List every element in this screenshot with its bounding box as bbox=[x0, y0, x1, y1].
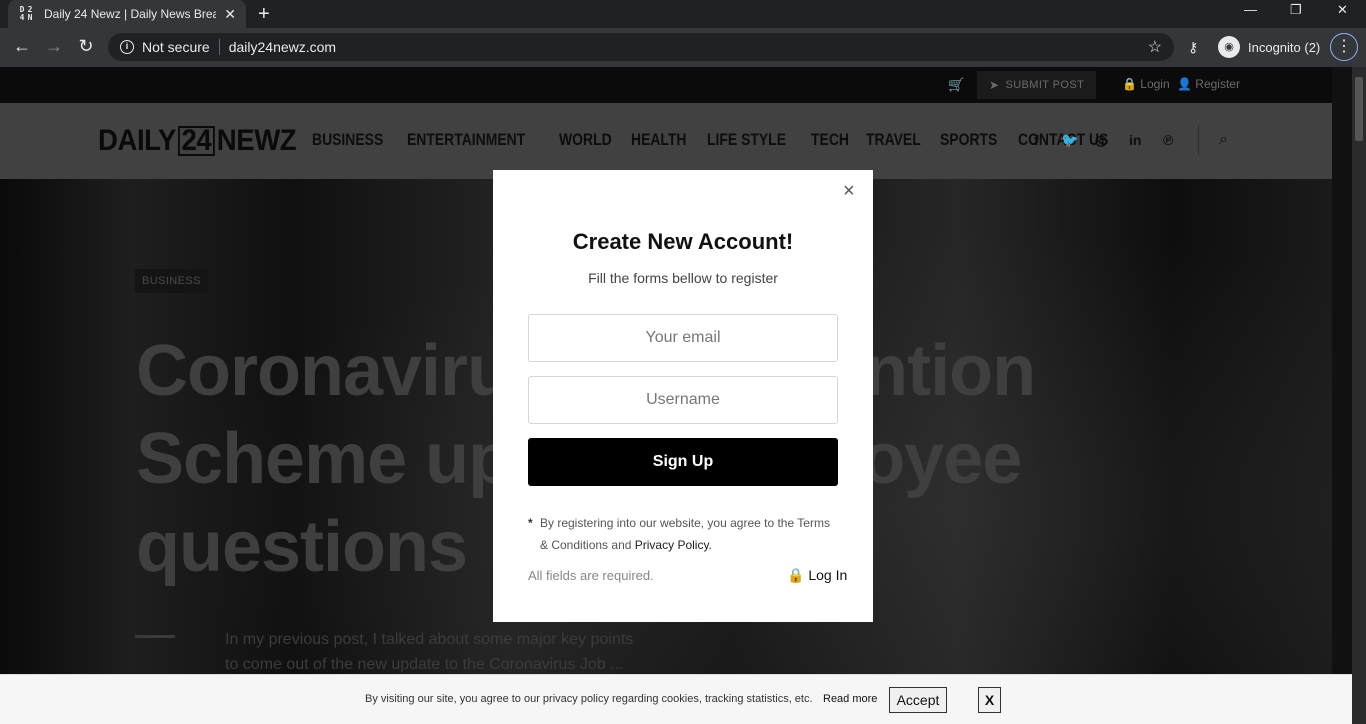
linkedin-icon[interactable]: in bbox=[1129, 132, 1141, 148]
tab-title: Daily 24 Newz | Daily News Break bbox=[44, 7, 216, 21]
hero-excerpt: In my previous post, I talked about some… bbox=[225, 631, 634, 673]
read-more-link[interactable]: Read more bbox=[823, 693, 877, 705]
register-modal: × Create New Account! Fill the forms bel… bbox=[493, 170, 873, 622]
modal-subtitle: Fill the forms bellow to register bbox=[588, 270, 778, 286]
nav-item-life-style[interactable]: LIFE STYLE bbox=[707, 129, 786, 151]
nav-item-travel[interactable]: TRAVEL bbox=[866, 129, 921, 151]
sign-up-button[interactable]: Sign Up bbox=[528, 438, 838, 486]
logo-text: DAILY bbox=[98, 124, 176, 157]
site-favicon-icon: D 2 4 N bbox=[18, 6, 34, 22]
dismiss-cookie-button[interactable]: X bbox=[978, 687, 1001, 713]
terms-and: and bbox=[611, 538, 632, 552]
modal-title: Create New Account! bbox=[572, 229, 794, 254]
nav-menu: BUSINESS ENTERTAINMENT WORLD HEALTH LIFE… bbox=[312, 129, 1114, 151]
omnibox-divider bbox=[218, 39, 220, 55]
incognito-indicator[interactable]: ◉ Incognito (2) bbox=[1214, 33, 1320, 61]
browser-tab[interactable]: D 2 4 N Daily 24 Newz | Daily News Break… bbox=[8, 0, 246, 28]
nav-item-health[interactable]: HEALTH bbox=[631, 129, 687, 151]
log-in-link[interactable]: 🔒 Log In bbox=[787, 567, 847, 584]
submit-post-label: SUBMIT POST bbox=[1005, 79, 1085, 91]
category-badge[interactable]: BUSINESS bbox=[135, 269, 208, 293]
site-topbar: 🛒 ➤ SUBMIT POST 🔒 Login 👤 Register bbox=[0, 67, 1332, 103]
nav-item-entertainment[interactable]: ENTERTAINMENT bbox=[407, 129, 525, 151]
bookmark-star-icon[interactable]: ☆ bbox=[1148, 37, 1162, 57]
nav-divider bbox=[1198, 125, 1199, 155]
required-note: All fields are required. bbox=[528, 568, 654, 583]
modal-close-icon[interactable]: × bbox=[843, 180, 855, 203]
terms-notice: * By registering into our website, you a… bbox=[528, 512, 838, 556]
submit-post-button[interactable]: ➤ SUBMIT POST bbox=[977, 71, 1097, 99]
facebook-icon[interactable]: f bbox=[1034, 132, 1039, 148]
search-icon[interactable]: ⌕ bbox=[1219, 131, 1228, 149]
excerpt-divider bbox=[135, 635, 175, 638]
restore-icon[interactable]: ❐ bbox=[1290, 2, 1302, 18]
favicon-char: N bbox=[27, 13, 33, 22]
nav-item-tech[interactable]: TECH bbox=[811, 129, 849, 151]
privacy-policy-link[interactable]: Privacy Policy. bbox=[635, 538, 712, 552]
logo-number: 24 bbox=[177, 126, 215, 156]
scrollbar-thumb[interactable] bbox=[1355, 77, 1363, 141]
window-close-icon[interactable]: ✕ bbox=[1337, 2, 1348, 18]
tab-close-icon[interactable]: ✕ bbox=[224, 6, 236, 23]
forward-icon[interactable]: → bbox=[42, 36, 66, 57]
nav-item-business[interactable]: BUSINESS bbox=[312, 129, 383, 151]
favicon-char: 4 bbox=[19, 13, 25, 22]
browser-toolbar: ← → ↻ i Not secure daily24newz.com ☆ ⚷ ◉… bbox=[0, 28, 1366, 67]
minimize-icon[interactable]: — bbox=[1244, 2, 1257, 17]
email-field[interactable] bbox=[528, 314, 838, 362]
address-bar[interactable]: i Not secure daily24newz.com ☆ bbox=[108, 33, 1174, 61]
username-field[interactable] bbox=[528, 376, 838, 424]
incognito-label: Incognito (2) bbox=[1248, 39, 1321, 55]
instagram-icon[interactable]: ◎ bbox=[1095, 132, 1107, 149]
url-text[interactable]: daily24newz.com bbox=[229, 39, 336, 55]
accept-cookies-button[interactable]: Accept bbox=[889, 687, 947, 713]
paper-plane-icon: ➤ bbox=[989, 78, 1000, 92]
security-label[interactable]: Not secure bbox=[142, 39, 210, 55]
logo-text: NEWZ bbox=[216, 124, 297, 157]
cart-icon[interactable]: 🛒 bbox=[948, 77, 964, 93]
nav-item-world[interactable]: WORLD bbox=[559, 129, 612, 151]
browser-tab-strip: D 2 4 N Daily 24 Newz | Daily News Break… bbox=[0, 0, 1366, 28]
back-icon[interactable]: ← bbox=[10, 36, 34, 57]
cookie-consent-bar: By visiting our site, you agree to our p… bbox=[0, 674, 1366, 724]
page-scrollbar[interactable] bbox=[1352, 67, 1366, 724]
new-tab-button[interactable]: + bbox=[258, 3, 270, 26]
nav-item-sports[interactable]: SPORTS bbox=[940, 129, 997, 151]
incognito-icon: ◉ bbox=[1218, 36, 1240, 58]
key-icon[interactable]: ⚷ bbox=[1188, 39, 1198, 56]
terms-asterisk: * bbox=[528, 516, 533, 530]
browser-menu-icon[interactable]: ⋮ bbox=[1330, 33, 1358, 61]
terms-text: By registering into our website, you agr… bbox=[540, 516, 795, 530]
cookie-text: By visiting our site, you agree to our p… bbox=[365, 693, 813, 705]
reload-icon[interactable]: ↻ bbox=[74, 36, 98, 57]
register-link[interactable]: 👤 Register bbox=[1177, 77, 1240, 91]
page-viewport: 🛒 ➤ SUBMIT POST 🔒 Login 👤 Register DAILY… bbox=[0, 67, 1366, 724]
twitter-icon[interactable]: 🐦 bbox=[1061, 132, 1078, 149]
main-navigation: DAILY 24 NEWZ BUSINESS ENTERTAINMENT WORLD… bbox=[0, 103, 1332, 179]
login-link[interactable]: 🔒 Login bbox=[1122, 77, 1170, 91]
pinterest-icon[interactable]: ℗ bbox=[1163, 132, 1173, 148]
site-logo[interactable]: DAILY 24 NEWZ bbox=[98, 124, 297, 157]
site-info-icon[interactable]: i bbox=[120, 40, 134, 54]
